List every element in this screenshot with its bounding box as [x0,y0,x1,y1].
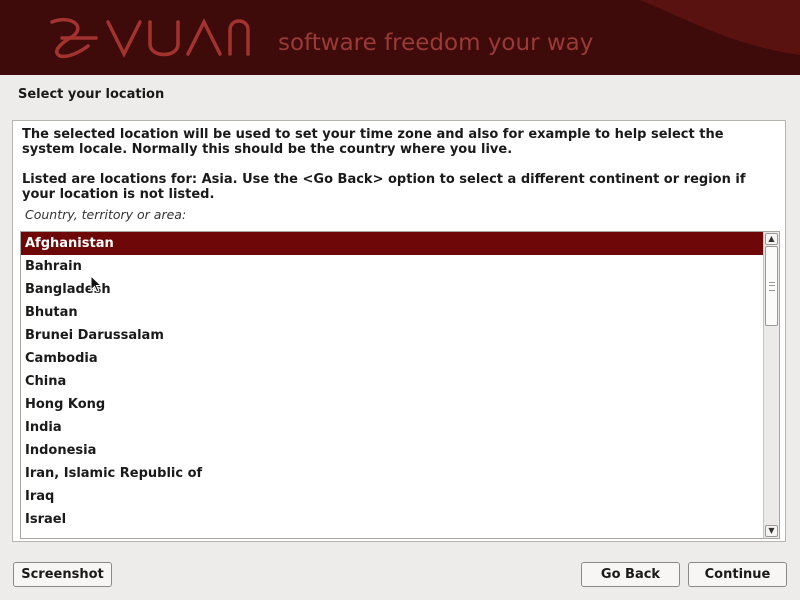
list-item[interactable]: Iran, Islamic Republic of [21,462,763,485]
go-back-button[interactable]: Go Back [581,562,680,587]
list-item[interactable]: Afghanistan [21,232,763,255]
scrollbar-thumb[interactable] [765,246,778,326]
list-item[interactable]: Hong Kong [21,393,763,416]
list-item[interactable]: India [21,416,763,439]
list-item[interactable]: Cambodia [21,347,763,370]
page-title: Select your location [18,87,165,102]
banner-swoosh [640,0,800,55]
list-item[interactable]: Bahrain [21,255,763,278]
header-banner: software freedom your way [0,0,800,75]
country-list[interactable]: Afghanistan Bahrain Bangladesh Bhutan Brunei… [20,231,780,539]
list-scrollbar[interactable]: ▲ ▼ [763,232,779,538]
description-text: The selected location will be used to se… [22,127,724,157]
list-item[interactable]: Indonesia [21,439,763,462]
list-item[interactable]: Brunei Darussalam [21,324,763,347]
list-item[interactable]: China [21,370,763,393]
chevron-down-icon[interactable]: ▼ [765,525,778,537]
list-label: Country, territory or area: [25,207,187,222]
screenshot-button[interactable]: Screenshot [13,562,112,587]
grip-icon [769,282,775,291]
devuan-logo [50,17,250,59]
list-item[interactable]: Bhutan [21,301,763,324]
mouse-pointer-icon [90,275,103,293]
continue-button[interactable]: Continue [688,562,787,587]
list-item[interactable]: Israel [21,508,763,531]
list-item[interactable]: Bangladesh [21,278,763,301]
banner-tagline: software freedom your way [278,30,594,56]
chevron-up-icon[interactable]: ▲ [765,233,778,245]
content-panel: The selected location will be used to se… [12,120,786,542]
instruction-text: Listed are locations for: Asia. Use the … [22,172,746,202]
country-list-items: Afghanistan Bahrain Bangladesh Bhutan Brunei… [21,232,763,531]
list-item[interactable]: Iraq [21,485,763,508]
